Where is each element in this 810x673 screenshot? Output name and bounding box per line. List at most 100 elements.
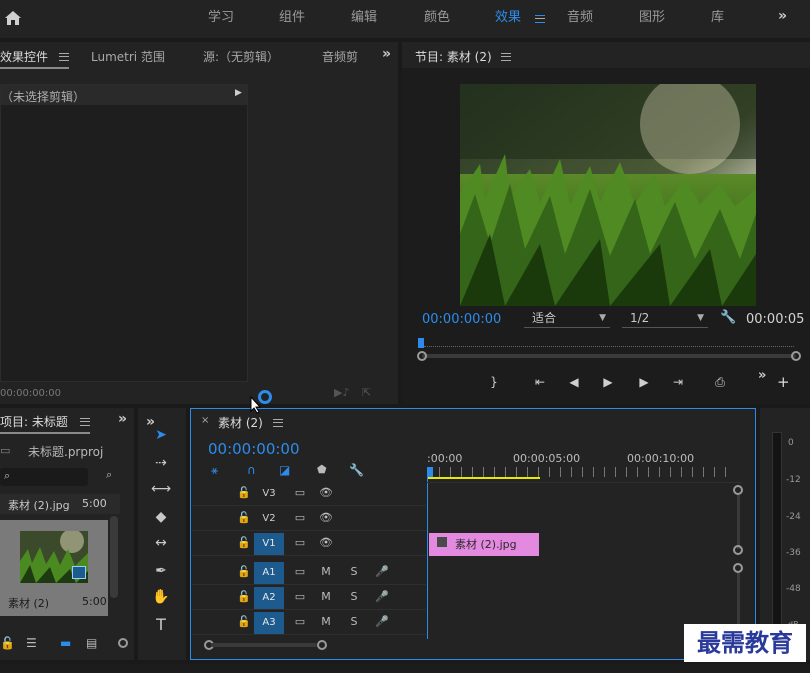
timeline-timecode[interactable]: 00:00:00:00 <box>208 440 300 458</box>
solo-button[interactable]: S <box>346 586 362 608</box>
razor-tool-icon[interactable]: ◆ <box>150 506 172 528</box>
list-view-icon[interactable]: ☰ <box>26 636 37 650</box>
workspace-assembly[interactable]: 组件 <box>279 0 305 38</box>
freeform-view-icon[interactable]: ▤ <box>86 636 97 650</box>
project-search-input[interactable] <box>0 468 88 486</box>
lock-track-icon[interactable]: 🔓 <box>236 507 252 529</box>
panel-overflow-icon[interactable]: » <box>382 46 391 62</box>
lock-track-icon[interactable]: 🔓 <box>236 532 252 554</box>
pen-tool-icon[interactable]: ✒ <box>150 560 172 582</box>
lock-track-icon[interactable]: 🔓 <box>236 611 252 633</box>
mute-button[interactable]: M <box>318 561 334 583</box>
timeline-scroll-right[interactable] <box>317 640 327 650</box>
fit-dropdown[interactable]: 适合 ▼ <box>524 310 610 328</box>
workspace-menu-icon[interactable] <box>535 15 545 23</box>
timeline-playhead[interactable] <box>427 467 433 477</box>
new-search-bin-icon[interactable]: ⌕ <box>106 468 112 482</box>
export-frame-icon[interactable]: ⎙ <box>710 372 730 392</box>
resolution-dropdown[interactable]: 1/2 ▼ <box>622 310 708 328</box>
mute-button[interactable]: M <box>318 611 334 633</box>
track-label-v2[interactable]: V2 <box>254 508 284 530</box>
track-label-v3[interactable]: V3 <box>254 483 284 505</box>
microphone-icon[interactable]: 🎤 <box>374 586 390 608</box>
microphone-icon[interactable]: 🎤 <box>374 611 390 633</box>
expand-arrow-icon[interactable]: ▶ <box>235 88 242 98</box>
eye-icon[interactable]: 👁 <box>318 482 334 504</box>
play-audio-icon[interactable]: ▶♪ <box>334 386 349 399</box>
workspace-effects[interactable]: 效果 <box>495 0 521 38</box>
lock-track-icon[interactable]: 🔓 <box>236 586 252 608</box>
play-icon[interactable]: ▶ <box>598 372 618 392</box>
sync-lock-icon[interactable]: ▭ <box>292 611 308 633</box>
eye-icon[interactable]: 👁 <box>318 532 334 554</box>
track-label-v1[interactable]: V1 <box>254 533 284 555</box>
go-to-in-icon[interactable]: ⇤ <box>530 372 550 392</box>
workspace-color[interactable]: 颜色 <box>424 0 450 38</box>
close-tab-icon[interactable]: × <box>201 415 209 426</box>
track-select-tool-icon[interactable]: ⇢ <box>150 452 172 474</box>
project-thumbnail-item[interactable]: 素材 (2) 5:00 <box>0 520 108 616</box>
nest-icon[interactable]: ⚹ <box>211 463 218 478</box>
lock-track-icon[interactable]: 🔓 <box>236 561 252 583</box>
solo-button[interactable]: S <box>346 611 362 633</box>
add-marker-icon[interactable]: ⬟ <box>317 463 327 476</box>
timeline-menu-icon[interactable] <box>273 419 283 427</box>
type-tool-icon[interactable]: T <box>150 614 172 636</box>
zoom-slider-handle[interactable] <box>118 638 128 648</box>
tab-audio-clip-mixer[interactable]: 音频剪 <box>322 48 360 65</box>
tab-lumetri-scopes[interactable]: Lumetri 范围 <box>91 48 165 65</box>
project-title[interactable]: 项目: 未标题 <box>0 413 68 430</box>
settings-wrench-icon[interactable]: 🔧 <box>349 463 364 477</box>
linked-selection-icon[interactable]: ◪ <box>279 463 290 477</box>
icon-view-icon[interactable]: ▬ <box>60 636 71 650</box>
home-icon[interactable] <box>4 10 22 26</box>
add-button-icon[interactable]: + <box>777 373 790 391</box>
slip-tool-icon[interactable]: ↔ <box>150 532 172 554</box>
sync-lock-icon[interactable]: ▭ <box>292 482 308 504</box>
list-item[interactable]: 素材 (2).jpg 5:00 <box>0 494 120 514</box>
step-forward-icon[interactable]: ▶ <box>634 372 654 392</box>
snap-icon[interactable]: ∩ <box>247 463 256 477</box>
track-label-a2[interactable]: A2 <box>254 587 284 609</box>
lock-icon[interactable]: 🔓 <box>0 636 15 650</box>
mute-button[interactable]: M <box>318 586 334 608</box>
eye-icon[interactable]: 👁 <box>318 507 334 529</box>
step-back-icon[interactable]: ◀ <box>564 372 584 392</box>
program-monitor-title[interactable]: 节目: 素材 (2) <box>415 48 492 65</box>
sync-lock-icon[interactable]: ▭ <box>292 561 308 583</box>
controls-overflow-icon[interactable]: » <box>758 368 766 383</box>
hand-tool-icon[interactable]: ✋ <box>150 586 172 608</box>
go-to-out-icon[interactable]: ⇥ <box>668 372 688 392</box>
ripple-edit-tool-icon[interactable]: ⟷ <box>150 478 172 500</box>
selection-tool-icon[interactable]: ➤ <box>150 424 172 446</box>
tab-effect-controls[interactable]: 效果控件 <box>0 48 48 65</box>
panel-menu-icon[interactable] <box>59 53 69 61</box>
sync-lock-icon[interactable]: ▭ <box>292 507 308 529</box>
solo-button[interactable]: S <box>346 561 362 583</box>
zoom-scrollbar[interactable] <box>422 354 796 358</box>
zoom-handle-right[interactable] <box>791 351 801 361</box>
export-icon[interactable]: ⇱ <box>362 386 371 399</box>
workspace-learn[interactable]: 学习 <box>208 0 234 38</box>
tab-source[interactable]: 源:（无剪辑） <box>203 48 279 65</box>
work-area-bar[interactable] <box>428 477 540 479</box>
mark-out-icon[interactable]: } <box>484 372 504 392</box>
workspace-graphics[interactable]: 图形 <box>639 0 665 38</box>
workspace-libraries[interactable]: 库 <box>711 0 724 38</box>
track-area[interactable] <box>427 482 742 634</box>
timeline-ruler[interactable] <box>428 467 728 477</box>
program-timecode[interactable]: 00:00:00:00 <box>422 312 501 327</box>
program-menu-icon[interactable] <box>501 53 511 61</box>
project-menu-icon[interactable] <box>80 418 90 426</box>
workspace-editing[interactable]: 编辑 <box>351 0 377 38</box>
timeline-tab[interactable]: 素材 (2) <box>218 414 263 431</box>
timeline-hscrollbar[interactable] <box>211 643 317 647</box>
workspace-audio[interactable]: 音频 <box>567 0 593 38</box>
project-overflow-icon[interactable]: » <box>118 411 127 427</box>
project-scrollbar[interactable] <box>110 516 118 598</box>
sync-lock-icon[interactable]: ▭ <box>292 586 308 608</box>
sync-lock-icon[interactable]: ▭ <box>292 532 308 554</box>
microphone-icon[interactable]: 🎤 <box>374 561 390 583</box>
lock-track-icon[interactable]: 🔓 <box>236 482 252 504</box>
track-label-a3[interactable]: A3 <box>254 612 284 634</box>
